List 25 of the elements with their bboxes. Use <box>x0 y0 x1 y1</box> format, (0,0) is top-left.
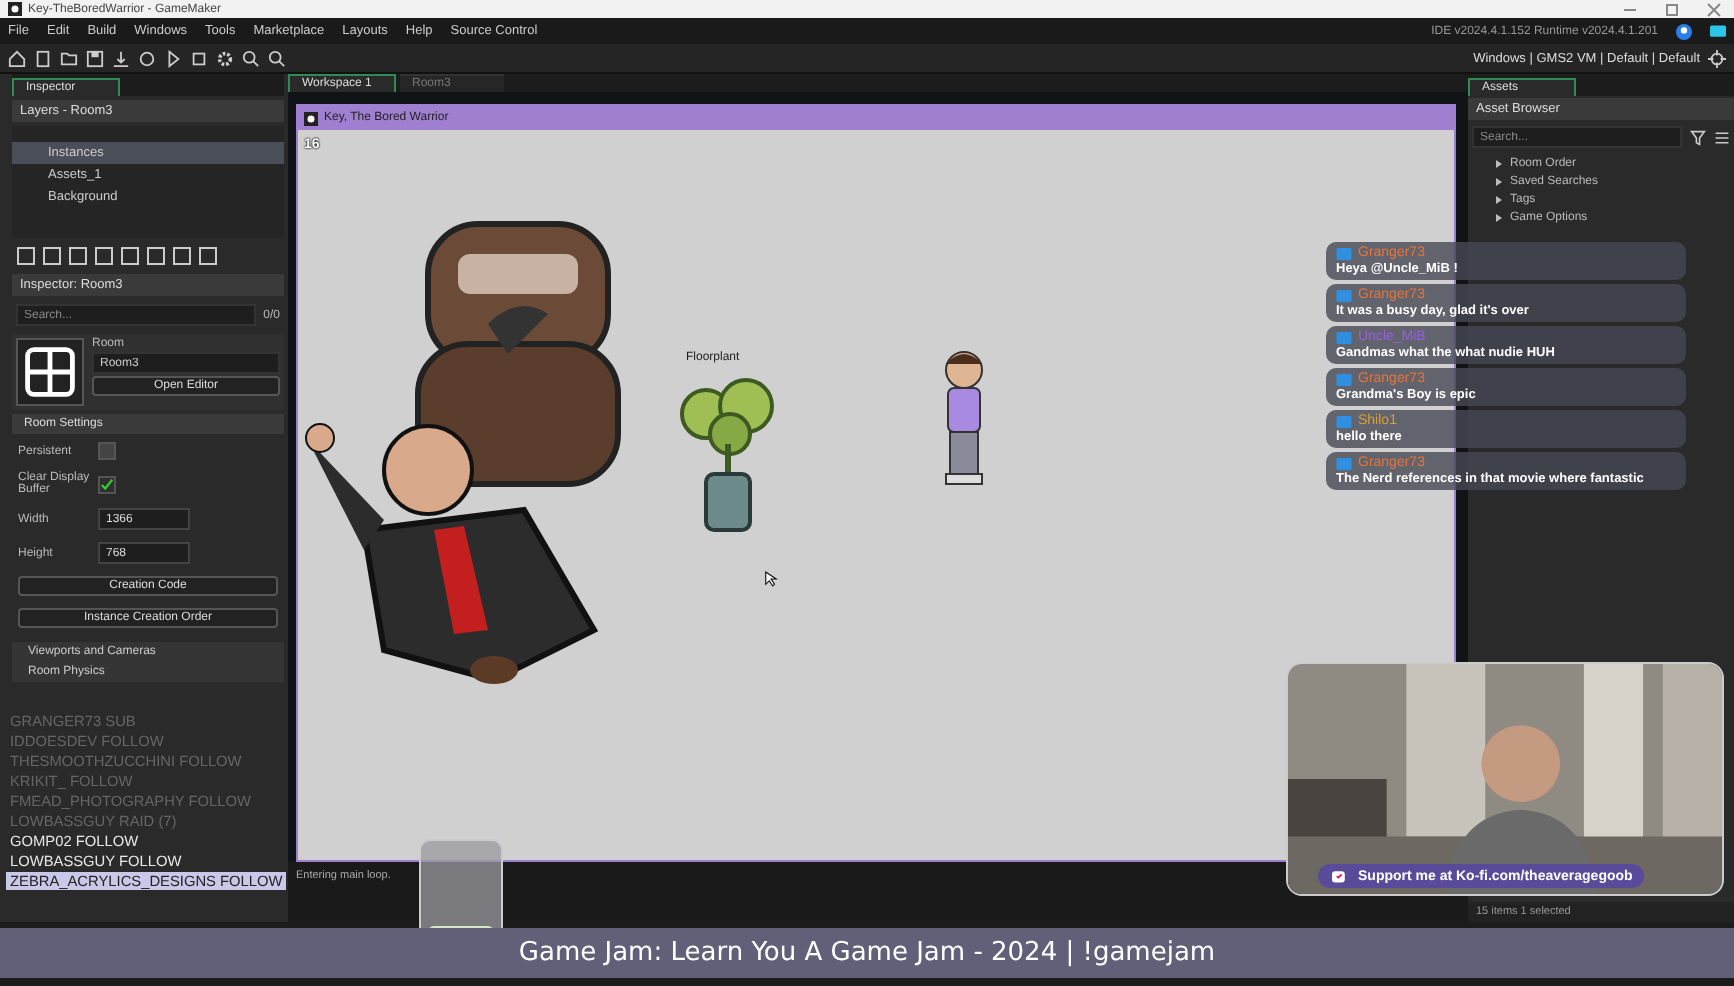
checkbox[interactable] <box>98 475 116 493</box>
zoom-in-icon[interactable] <box>242 49 260 67</box>
badge-icon <box>1336 331 1352 343</box>
badge-icon <box>1336 289 1352 301</box>
badge-icon <box>1336 457 1352 469</box>
target-icon[interactable] <box>1708 49 1726 67</box>
room-icon <box>16 338 84 406</box>
play-icon[interactable] <box>164 49 182 67</box>
save-icon[interactable] <box>86 49 104 67</box>
filter-icon[interactable] <box>1690 129 1706 145</box>
badge-icon <box>1336 415 1352 427</box>
checkbox[interactable] <box>98 442 116 460</box>
new-file-icon[interactable] <box>34 49 52 67</box>
badge-icon <box>1336 247 1352 259</box>
menu-icon[interactable] <box>1714 129 1730 145</box>
banner-text: Game Jam: Learn You A Game Jam - 2024 | !gamejam <box>518 938 1216 968</box>
app-icon <box>303 111 318 125</box>
gear-icon[interactable] <box>216 49 234 67</box>
mouse-cursor-icon <box>763 570 778 588</box>
cup-icon <box>1330 868 1350 884</box>
user-icon[interactable] <box>1676 23 1692 39</box>
home-icon[interactable] <box>8 49 26 67</box>
stop-icon[interactable] <box>190 49 208 67</box>
folder-icon[interactable] <box>60 49 78 67</box>
badge-icon <box>1336 373 1352 385</box>
